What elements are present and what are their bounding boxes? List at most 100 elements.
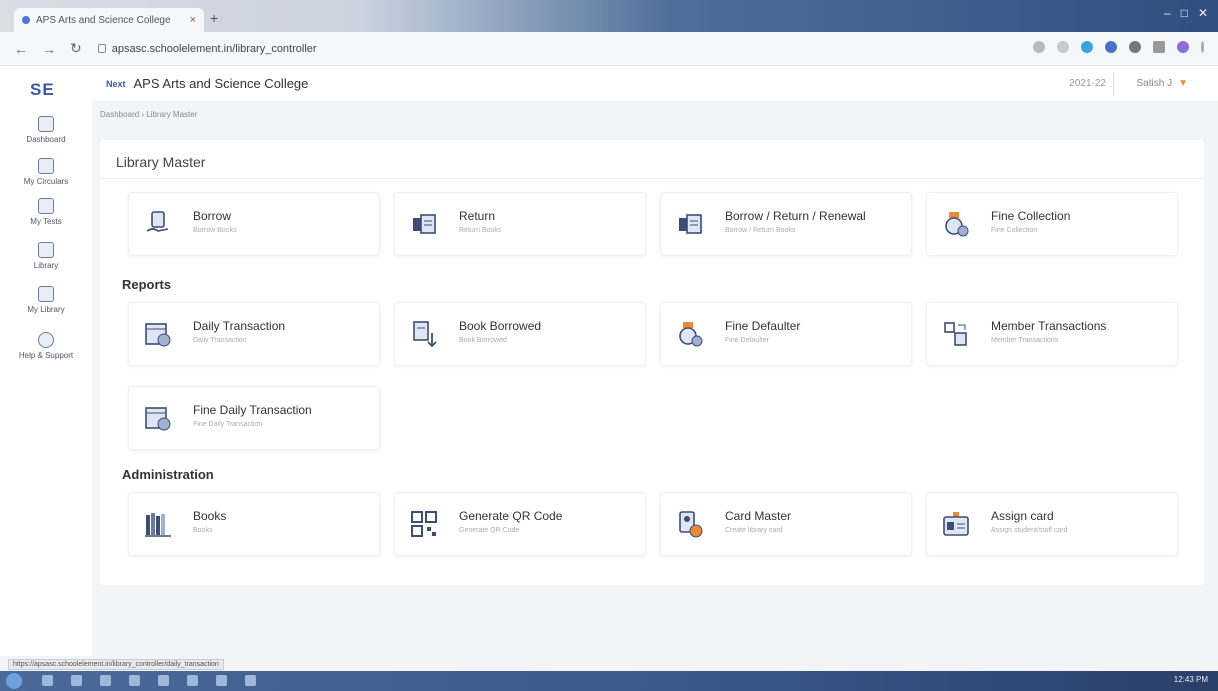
tests-icon: [38, 198, 54, 214]
card-subtitle: Borrow / Return Books: [725, 227, 796, 234]
return-card[interactable]: Return Return Books: [394, 192, 646, 256]
app-header: Next APS Arts and Science College 2021-2…: [92, 66, 1218, 102]
new-tab-button[interactable]: +: [210, 10, 218, 26]
daily-transaction-icon: [145, 323, 171, 347]
card-subtitle: Assign student/staff card: [991, 527, 1068, 534]
dashboard-icon: [38, 116, 54, 132]
books-icon: [145, 513, 171, 537]
card-title: Fine Collection: [991, 209, 1071, 223]
taskbar-apps: [42, 675, 256, 686]
academic-year[interactable]: 2021-22: [1069, 78, 1106, 89]
start-button[interactable]: [6, 673, 22, 689]
card-title: Assign card: [991, 509, 1054, 523]
app-icon[interactable]: [158, 675, 169, 686]
card-subtitle: Daily Transaction: [193, 337, 247, 344]
card-title: Generate QR Code: [459, 509, 563, 523]
generate-qr-code-card[interactable]: Generate QR Code Generate QR Code: [394, 492, 646, 556]
fine-collection-card[interactable]: Fine Collection Fine Collection: [926, 192, 1178, 256]
menu-icon[interactable]: [1201, 41, 1204, 53]
app-icon[interactable]: [71, 675, 82, 686]
fine-collection-icon: [945, 212, 969, 237]
borrow-card[interactable]: Borrow Borrow Books: [128, 192, 380, 256]
star-icon[interactable]: [1057, 41, 1069, 53]
card-title: Fine Daily Transaction: [193, 403, 312, 417]
user-menu[interactable]: Satish J ▼: [1137, 78, 1188, 89]
assign-card-card[interactable]: Assign card Assign student/staff card: [926, 492, 1178, 556]
sidebar-item-circulars[interactable]: My Circulars: [0, 158, 92, 186]
status-url: https://apsasc.schoolelement.in/library_…: [8, 659, 224, 670]
card-subtitle: Fine Defaulter: [725, 337, 769, 344]
sidebar-item-label: My Circulars: [23, 177, 69, 186]
card-title: Card Master: [725, 509, 792, 523]
browser-tab-bar: APS Arts and Science College × + – □ ✕: [0, 0, 1218, 32]
sidebar-item-label: Library: [33, 261, 59, 270]
app-icon[interactable]: [187, 675, 198, 686]
chevron-down-icon: ▼: [1178, 78, 1188, 89]
sidebar-item-label: Help & Support: [18, 351, 74, 360]
app-icon[interactable]: [245, 675, 256, 686]
card-subtitle: Books: [193, 527, 213, 534]
window-controls: – □ ✕: [1164, 6, 1208, 20]
url-field[interactable]: apsasc.schoolelement.in/library_controll…: [97, 43, 317, 55]
card-title: Borrow / Return / Renewal: [725, 209, 866, 223]
reports-section-title: Reports: [122, 277, 172, 292]
books-card[interactable]: Books Books: [128, 492, 380, 556]
extension-icon[interactable]: [1081, 41, 1093, 53]
user-name: Satish J: [1136, 78, 1173, 89]
book-borrowed-card[interactable]: Book Borrowed Book Borrowed: [394, 302, 646, 366]
share-icon[interactable]: [1033, 41, 1045, 53]
maximize-icon[interactable]: □: [1181, 6, 1188, 20]
sidebar-item-help[interactable]: Help & Support: [0, 332, 92, 360]
forward-icon[interactable]: →: [42, 41, 56, 57]
card-title: Borrow: [193, 209, 232, 223]
return-icon: [413, 214, 436, 234]
sidebar-item-label: Dashboard: [26, 135, 66, 144]
fine-daily-transaction-card[interactable]: Fine Daily Transaction Fine Daily Transa…: [128, 386, 380, 450]
assign-card-icon: [943, 512, 969, 536]
app-icon[interactable]: [100, 675, 111, 686]
minimize-icon[interactable]: –: [1164, 6, 1171, 20]
tab-search-icon[interactable]: [1153, 41, 1165, 53]
clock[interactable]: 12:43 PM: [1174, 675, 1208, 684]
card-subtitle: Fine Daily Transaction: [193, 421, 263, 428]
fine-defaulter-card[interactable]: Fine Defaulter Fine Defaulter: [660, 302, 912, 366]
card-title: Fine Defaulter: [725, 319, 801, 333]
reload-icon[interactable]: ↻: [70, 40, 82, 57]
profile-icon[interactable]: [1177, 41, 1189, 53]
sidebar-item-my-library[interactable]: My Library: [0, 286, 92, 314]
lock-icon: [97, 44, 106, 53]
puzzle-icon[interactable]: [1129, 41, 1141, 53]
browser-tab[interactable]: APS Arts and Science College ×: [14, 8, 204, 32]
borrow-return-renewal-card[interactable]: Borrow / Return / Renewal Borrow / Retur…: [660, 192, 912, 256]
breadcrumb[interactable]: Dashboard › Library Master: [100, 110, 197, 119]
daily-transaction-card[interactable]: Daily Transaction Daily Transaction: [128, 302, 380, 366]
fine-daily-icon: [145, 407, 171, 431]
sidebar-item-dashboard[interactable]: Dashboard: [0, 116, 92, 144]
divider: [100, 178, 1204, 179]
back-icon[interactable]: ←: [14, 41, 28, 57]
sidebar-item-label: My Tests: [30, 217, 62, 226]
college-name: APS Arts and Science College: [133, 76, 309, 91]
app-icon[interactable]: [42, 675, 53, 686]
sidebar-item-library[interactable]: Library: [0, 242, 92, 270]
app-icon[interactable]: [129, 675, 140, 686]
extension-icons: [1033, 41, 1204, 53]
tab-title: APS Arts and Science College: [36, 14, 171, 26]
member-transactions-card[interactable]: Member Transactions Member Transactions: [926, 302, 1178, 366]
card-subtitle: Return Books: [459, 227, 502, 234]
close-window-icon[interactable]: ✕: [1198, 6, 1208, 20]
card-subtitle: Create library card: [725, 527, 783, 534]
app-sidebar: SE Dashboard My Circulars My Tests Libra…: [0, 66, 92, 656]
sidebar-item-label: My Library: [27, 305, 65, 314]
card-master-card[interactable]: Card Master Create library card: [660, 492, 912, 556]
tab-close-button[interactable]: ×: [190, 14, 196, 26]
extension-icon[interactable]: [1105, 41, 1117, 53]
borrow-icon: [146, 211, 169, 232]
card-title: Book Borrowed: [459, 319, 542, 333]
member-transactions-icon: [944, 322, 967, 346]
app-logo[interactable]: SE: [30, 80, 55, 100]
page-title: Library Master: [116, 154, 206, 170]
sidebar-item-tests[interactable]: My Tests: [0, 198, 92, 226]
chrome-icon[interactable]: [216, 675, 227, 686]
book-borrowed-icon: [413, 321, 437, 348]
